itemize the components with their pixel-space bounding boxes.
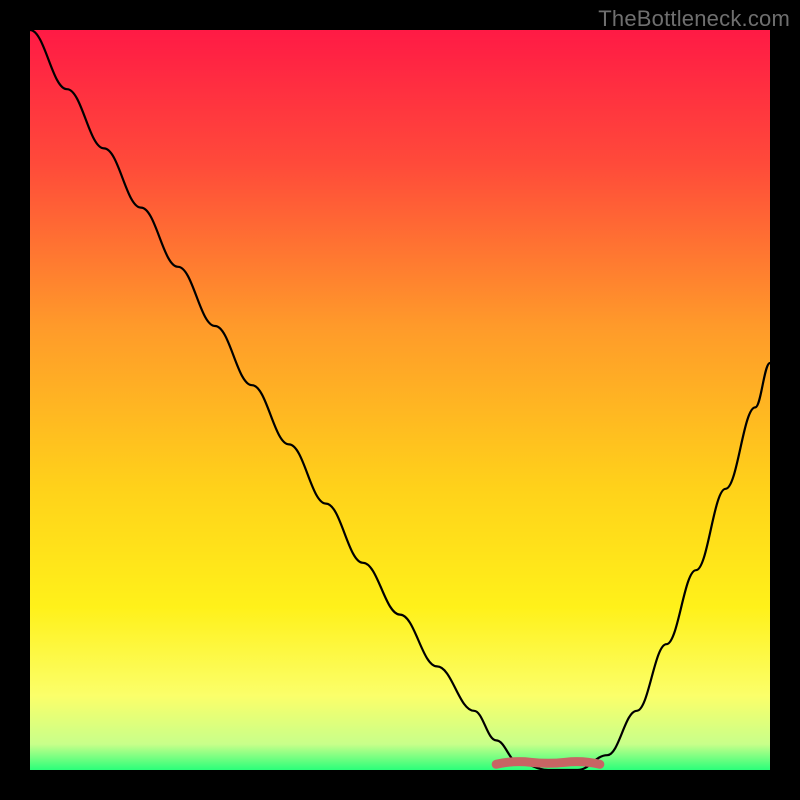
bottleneck-chart — [30, 30, 770, 770]
optimal-range-marker — [496, 762, 600, 765]
chart-frame: TheBottleneck.com — [0, 0, 800, 800]
gradient-backdrop — [30, 30, 770, 770]
attribution-label: TheBottleneck.com — [598, 6, 790, 32]
